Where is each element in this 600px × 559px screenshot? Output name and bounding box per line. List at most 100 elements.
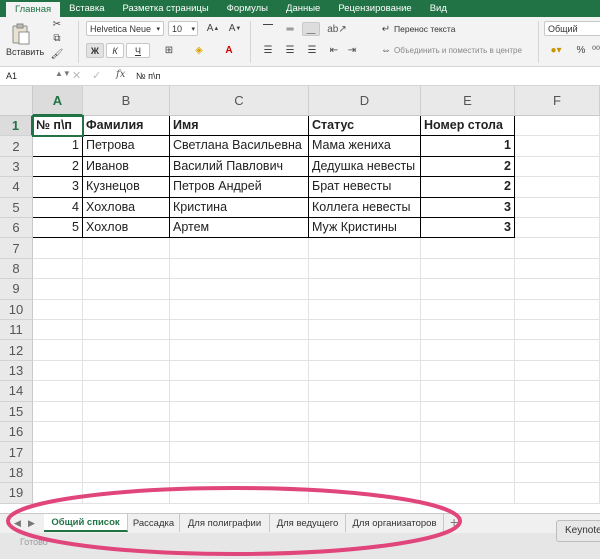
ribbon-tab[interactable]: Главная [6, 2, 61, 17]
empty-cell[interactable] [83, 299, 170, 320]
empty-cell[interactable] [309, 442, 421, 463]
align-center-icon[interactable]: ☰ [280, 43, 300, 57]
empty-cell[interactable] [515, 360, 600, 382]
table-cell[interactable]: Имя [170, 116, 309, 137]
row-header[interactable]: 12 [0, 340, 33, 361]
empty-cell[interactable] [515, 136, 600, 157]
align-top-icon[interactable]: ⎺ [258, 22, 278, 36]
paste-button-label[interactable]: Вставить [6, 47, 44, 57]
empty-cell[interactable] [515, 177, 600, 198]
empty-cell[interactable] [33, 320, 83, 341]
empty-cell[interactable] [83, 258, 170, 280]
empty-cell[interactable] [33, 238, 83, 259]
row-header[interactable]: 9 [0, 279, 33, 300]
column-header[interactable]: F [515, 86, 600, 116]
empty-cell[interactable] [309, 279, 421, 300]
empty-cell[interactable] [515, 320, 600, 341]
empty-cell[interactable] [83, 401, 170, 422]
table-cell[interactable]: Брат невесты [309, 177, 421, 198]
empty-cell[interactable] [421, 238, 515, 259]
empty-cell[interactable] [515, 462, 600, 484]
insert-function-icon[interactable]: fx [116, 69, 125, 80]
align-middle-icon[interactable]: ═ [280, 22, 300, 36]
ribbon-tab[interactable]: Вид [421, 0, 456, 17]
empty-cell[interactable] [309, 238, 421, 259]
merge-center-button[interactable]: Объединить и поместить в центре [394, 46, 522, 55]
align-right-icon[interactable]: ☰ [302, 43, 322, 57]
row-header[interactable]: 19 [0, 483, 33, 504]
align-bottom-icon[interactable]: ⎽ [302, 22, 320, 36]
empty-cell[interactable] [309, 462, 421, 484]
add-sheet-button[interactable]: + [450, 514, 458, 530]
empty-cell[interactable] [170, 320, 309, 341]
merge-center-icon[interactable]: ⇔ [380, 43, 392, 57]
empty-cell[interactable] [170, 258, 309, 280]
empty-cell[interactable] [515, 218, 600, 239]
prev-sheet-icon[interactable]: ◀ [14, 518, 21, 529]
table-cell[interactable]: 1 [421, 136, 515, 157]
empty-cell[interactable] [421, 279, 515, 300]
increase-indent-icon[interactable]: ⇥ [344, 43, 360, 57]
table-cell[interactable]: Светлана Васильевна [170, 136, 309, 157]
empty-cell[interactable] [309, 401, 421, 422]
percent-button[interactable]: % [574, 43, 588, 58]
row-header[interactable]: 6 [0, 218, 33, 239]
empty-cell[interactable] [421, 320, 515, 341]
empty-cell[interactable] [170, 279, 309, 300]
table-cell[interactable]: Петров Андрей [170, 177, 309, 198]
empty-cell[interactable] [170, 238, 309, 259]
table-cell[interactable]: Василий Павлович [170, 156, 309, 178]
ribbon-tab[interactable]: Рецензирование [329, 0, 420, 17]
empty-cell[interactable] [33, 340, 83, 361]
empty-cell[interactable] [83, 442, 170, 463]
empty-cell[interactable] [309, 360, 421, 382]
row-header[interactable]: 13 [0, 360, 33, 382]
table-cell[interactable]: Петрова [83, 136, 170, 157]
empty-cell[interactable] [83, 422, 170, 443]
empty-cell[interactable] [421, 401, 515, 422]
empty-cell[interactable] [170, 422, 309, 443]
empty-cell[interactable] [83, 360, 170, 382]
empty-cell[interactable] [515, 483, 600, 504]
row-header[interactable]: 18 [0, 462, 33, 484]
empty-cell[interactable] [33, 381, 83, 402]
font-size-select[interactable]: 10 ▾ [168, 21, 198, 36]
empty-cell[interactable] [421, 381, 515, 402]
table-cell[interactable]: Хохлов [83, 218, 170, 239]
row-header[interactable]: 2 [0, 136, 33, 157]
column-header[interactable]: D [309, 86, 421, 116]
empty-cell[interactable] [33, 442, 83, 463]
empty-cell[interactable] [83, 238, 170, 259]
table-cell[interactable]: 2 [33, 156, 83, 178]
borders-icon[interactable]: ⊞ [158, 43, 180, 58]
row-header[interactable]: 7 [0, 238, 33, 259]
empty-cell[interactable] [515, 422, 600, 443]
table-cell[interactable]: Дедушка невесты [309, 156, 421, 178]
empty-cell[interactable] [309, 320, 421, 341]
row-header[interactable]: 16 [0, 422, 33, 443]
empty-cell[interactable] [515, 381, 600, 402]
column-header[interactable]: E [421, 86, 515, 116]
table-cell[interactable]: 1 [33, 136, 83, 157]
table-cell[interactable]: 4 [33, 197, 83, 218]
empty-cell[interactable] [515, 340, 600, 361]
empty-cell[interactable] [83, 462, 170, 484]
table-cell[interactable]: Мама жениха [309, 136, 421, 157]
shrink-font-icon[interactable]: A ▼ [226, 21, 244, 36]
empty-cell[interactable] [515, 197, 600, 218]
empty-cell[interactable] [309, 483, 421, 504]
sheet-tab[interactable]: Рассадка [128, 514, 180, 532]
empty-cell[interactable] [170, 462, 309, 484]
row-header[interactable]: 17 [0, 442, 33, 463]
table-cell[interactable]: Фамилия [83, 116, 170, 137]
font-color-icon[interactable]: A [218, 43, 240, 58]
clipboard-icon[interactable] [10, 23, 32, 45]
empty-cell[interactable] [170, 360, 309, 382]
empty-cell[interactable] [421, 422, 515, 443]
formula-input[interactable]: № п\п [136, 71, 160, 81]
empty-cell[interactable] [33, 258, 83, 280]
empty-cell[interactable] [170, 442, 309, 463]
empty-cell[interactable] [170, 299, 309, 320]
ribbon-tab[interactable]: Данные [277, 0, 329, 17]
table-cell[interactable]: № п\п [33, 116, 83, 137]
